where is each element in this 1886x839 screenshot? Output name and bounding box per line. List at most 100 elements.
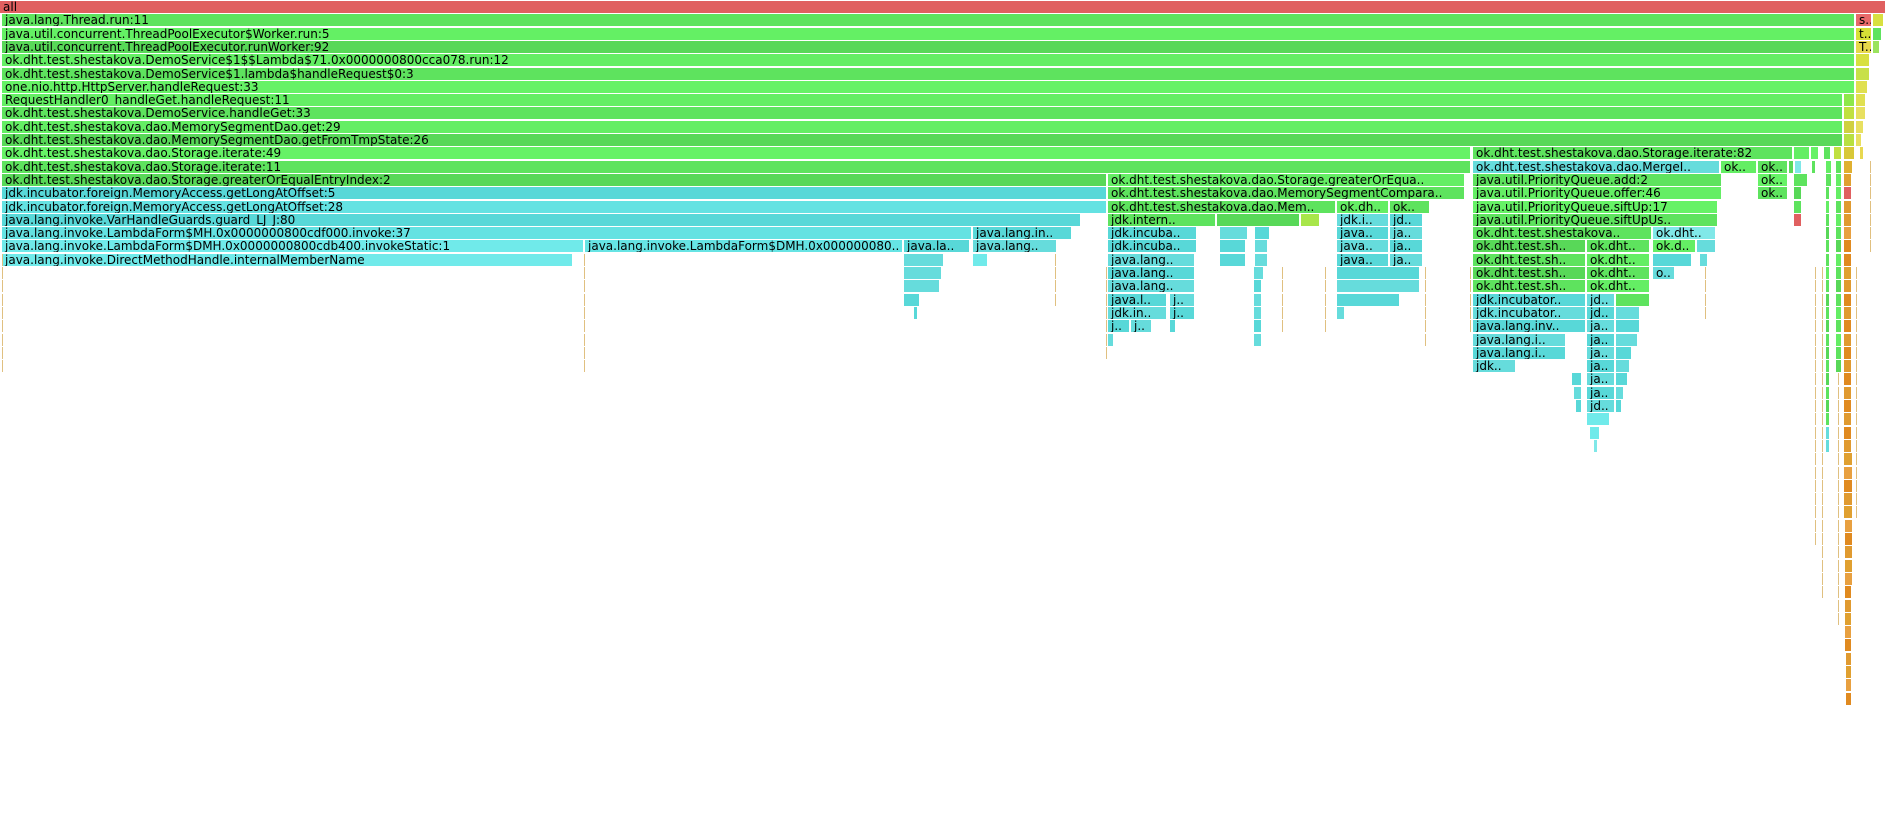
flame-frame[interactable]: jdk.intern.. <box>1108 213 1216 226</box>
flame-frame[interactable] <box>1337 293 1400 306</box>
flame-frame[interactable]: java.util.PriorityQueue.siftUpUs.. <box>1473 213 1718 226</box>
flame-frame[interactable]: java.lang.. <box>1108 280 1195 293</box>
flame-frame[interactable] <box>1844 439 1852 452</box>
flame-frame[interactable] <box>1794 213 1802 226</box>
flame-frame[interactable] <box>1826 426 1830 439</box>
flame-frame[interactable] <box>1836 253 1842 266</box>
flame-frame[interactable] <box>1616 306 1640 319</box>
flame-frame[interactable] <box>1844 413 1852 426</box>
flame-frame[interactable] <box>1616 400 1622 412</box>
flame-frame[interactable]: ok.. <box>1721 160 1757 173</box>
flame-frame[interactable] <box>1856 120 1864 133</box>
flame-frame[interactable]: ja.. <box>1587 333 1615 346</box>
flame-frame[interactable]: o.. <box>1653 267 1675 279</box>
flame-frame[interactable] <box>1856 94 1866 107</box>
flame-frame[interactable]: java.lang.Thread.run:11 <box>2 14 1855 27</box>
flame-frame[interactable] <box>1576 400 1582 412</box>
flame-frame[interactable] <box>1836 227 1842 240</box>
flame-frame[interactable]: java.lang.. <box>973 240 1057 253</box>
flame-frame[interactable] <box>1789 160 1794 173</box>
flame-frame[interactable]: all <box>0 1 1886 13</box>
flame-frame[interactable] <box>1795 160 1802 173</box>
flame-frame[interactable] <box>1255 240 1268 253</box>
flame-frame[interactable]: java.lang.invoke.LambdaForm$MH.0x0000000… <box>2 227 972 240</box>
flame-frame[interactable]: java.lang.. <box>1108 267 1195 279</box>
flame-frame[interactable] <box>1616 373 1628 386</box>
flame-frame[interactable] <box>1856 67 1870 80</box>
flame-frame[interactable] <box>1811 147 1819 160</box>
flame-frame[interactable]: j.. <box>1108 320 1130 333</box>
flame-frame[interactable]: one.nio.http.HttpServer.handleRequest:33 <box>2 80 1855 93</box>
flame-frame[interactable]: ok.. <box>1390 200 1430 213</box>
flame-frame[interactable]: ja.. <box>1390 253 1423 266</box>
flame-frame[interactable] <box>1826 400 1830 412</box>
flame-frame[interactable]: ok.dht.test.shestakova.dao.Storage.itera… <box>2 160 1471 173</box>
flame-frame[interactable] <box>1108 333 1114 346</box>
flame-frame[interactable] <box>1826 160 1832 173</box>
flame-frame[interactable]: j.. <box>1170 293 1195 306</box>
flame-frame[interactable]: ok.dht.test.shestakova.. <box>1473 227 1652 240</box>
flame-frame[interactable] <box>1844 479 1852 492</box>
flame-frame[interactable]: T.. <box>1856 40 1872 53</box>
flame-frame[interactable] <box>1254 267 1264 279</box>
flame-frame[interactable] <box>1834 147 1842 160</box>
flame-frame[interactable] <box>1826 320 1830 333</box>
flame-frame[interactable] <box>1590 426 1600 439</box>
flame-frame[interactable] <box>1255 227 1270 240</box>
flame-frame[interactable] <box>1844 333 1852 346</box>
flame-frame[interactable]: jdk.incuba.. <box>1108 240 1197 253</box>
flame-frame[interactable]: jdk.incuba.. <box>1108 227 1197 240</box>
flame-frame[interactable]: j.. <box>1170 306 1195 319</box>
flame-frame[interactable] <box>1844 213 1852 226</box>
flame-frame[interactable] <box>1826 360 1830 373</box>
flame-frame[interactable]: ok.dh.. <box>1337 200 1389 213</box>
flame-frame[interactable] <box>1844 147 1855 160</box>
flame-frame[interactable] <box>1845 586 1851 599</box>
flame-frame[interactable] <box>1844 559 1852 572</box>
flame-frame[interactable]: jdk.. <box>1473 360 1516 373</box>
flame-frame[interactable] <box>1856 80 1868 93</box>
flame-frame[interactable] <box>904 280 940 293</box>
flame-frame[interactable] <box>1697 240 1716 253</box>
flame-frame[interactable]: jdk.incubator.foreign.MemoryAccess.getLo… <box>2 187 1107 200</box>
flame-frame[interactable] <box>1826 227 1830 240</box>
flame-frame[interactable]: java.lang.i.. <box>1473 346 1566 359</box>
flame-frame[interactable]: java.util.PriorityQueue.siftUp:17 <box>1473 200 1718 213</box>
flame-frame[interactable]: ja.. <box>1390 227 1423 240</box>
flame-frame[interactable] <box>1844 187 1852 200</box>
flame-frame[interactable]: java.lang.invoke.LambdaForm$DMH.0x000000… <box>2 240 584 253</box>
flame-frame[interactable]: jdk.i.. <box>1337 213 1389 226</box>
flame-frame[interactable]: jdk.incubator.. <box>1473 293 1586 306</box>
flame-frame[interactable]: java.lang.in.. <box>973 227 1072 240</box>
flame-frame[interactable] <box>1301 213 1320 226</box>
flame-frame[interactable]: java.lang.i.. <box>1473 333 1566 346</box>
flame-frame[interactable] <box>1826 293 1830 306</box>
flame-frame[interactable] <box>1860 147 1864 160</box>
flame-frame[interactable]: ja.. <box>1587 320 1615 333</box>
flame-frame[interactable] <box>1826 280 1830 293</box>
flame-frame[interactable] <box>1844 466 1852 479</box>
flame-frame[interactable]: jdk.incubator.. <box>1473 306 1586 319</box>
flame-frame[interactable] <box>1844 94 1855 107</box>
flame-frame[interactable] <box>1836 200 1842 213</box>
flame-frame[interactable]: ja.. <box>1587 373 1615 386</box>
flame-frame[interactable] <box>1844 107 1855 120</box>
flame-frame[interactable]: ok.dht.test.shestakova.DemoService.handl… <box>2 107 1843 120</box>
flame-frame[interactable]: ok.dht.. <box>1587 267 1650 279</box>
flame-frame[interactable]: java.l.. <box>1108 293 1167 306</box>
flame-frame[interactable]: jd.. <box>1587 400 1615 412</box>
flame-frame[interactable] <box>1844 453 1852 466</box>
flame-frame[interactable]: java.. <box>1337 227 1389 240</box>
flame-frame[interactable] <box>1844 493 1852 506</box>
flame-frame[interactable]: ja.. <box>1587 360 1615 373</box>
flame-frame[interactable]: jd.. <box>1390 213 1423 226</box>
flame-frame[interactable] <box>1826 306 1830 319</box>
flame-frame[interactable] <box>1844 253 1852 266</box>
flame-frame[interactable] <box>1826 439 1830 452</box>
flame-frame[interactable] <box>1845 639 1851 652</box>
flame-frame[interactable] <box>1844 346 1852 359</box>
flame-frame[interactable] <box>1254 320 1262 333</box>
flame-frame[interactable]: ok.. <box>1758 160 1788 173</box>
flame-frame[interactable] <box>1844 120 1855 133</box>
flame-frame[interactable]: s.. <box>1856 14 1872 27</box>
